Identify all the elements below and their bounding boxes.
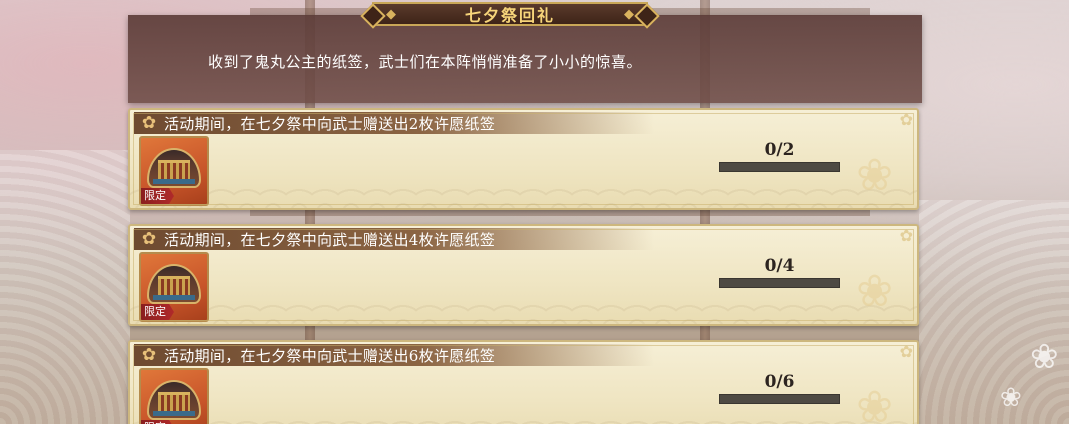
corner-flower-icon: ✿ [899,226,913,245]
quest-card[interactable]: ✿ 活动期间，在七夕祭中向武士赠送出6枚许愿纸签 ✿ ❀ 限定 0/6 [128,340,919,424]
quest-card[interactable]: ✿ 活动期间，在七夕祭中向武士赠送出2枚许愿纸签 ✿ ❀ 限定 0/2 [128,108,919,210]
reward-fan-icon[interactable]: 限定 [139,252,209,322]
sakura-watermark-icon: ❀ [856,266,893,317]
sakura-flower-icon: ✿ [141,113,157,133]
folding-fan-icon [147,148,201,188]
progress-text: 0/6 [764,372,795,392]
progress-text: 0/2 [764,140,795,160]
quest-card[interactable]: ✿ 活动期间，在七夕祭中向武士赠送出4枚许愿纸签 ✿ ❀ 限定 0/4 [128,224,919,326]
sakura-watermark-icon: ❀ [856,150,893,201]
progress-bar [719,162,840,172]
background-wave-pattern [0,150,130,424]
sakura-flower-icon: ✿ [141,229,157,249]
ornament-right-icon: ◆ [624,7,634,22]
sakura-watermark-icon: ❀ [856,382,893,424]
quest-banner: ✿ 活动期间，在七夕祭中向武士赠送出2枚许愿纸签 [134,112,654,134]
quest-description: 活动期间，在七夕祭中向武士赠送出6枚许愿纸签 [164,346,496,365]
limited-badge: 限定 [141,420,174,424]
ornament-left-icon: ◆ [386,7,396,22]
quest-description: 活动期间，在七夕祭中向武士赠送出4枚许愿纸签 [164,230,496,249]
header-description: 收到了鬼丸公主的纸签，武士们在本阵悄悄准备了小小的惊喜。 [208,53,643,71]
quest-banner: ✿ 活动期间，在七夕祭中向武士赠送出4枚许愿纸签 [134,228,654,250]
header-panel: 收到了鬼丸公主的纸签，武士们在本阵悄悄准备了小小的惊喜。 [128,15,922,103]
limited-badge: 限定 [141,188,174,204]
reward-fan-icon[interactable]: 限定 [139,368,209,424]
corner-flower-icon: ✿ [899,342,913,361]
quest-description: 活动期间，在七夕祭中向武士赠送出2枚许愿纸签 [164,114,496,133]
folding-fan-icon [147,264,201,304]
sakura-flower-icon: ✿ [141,345,157,365]
quest-progress: 0/6 [719,372,840,404]
title-plate: ◆ 七夕祭回礼 ◆ [372,2,648,26]
corner-flower-icon: ✿ [899,110,913,129]
progress-text: 0/4 [764,256,795,276]
sakura-flower-icon: ❀ [1000,383,1022,413]
page-title: 七夕祭回礼 [464,6,555,25]
progress-bar [719,278,840,288]
sakura-flower-icon: ❀ [1030,337,1059,377]
reward-fan-icon[interactable]: 限定 [139,136,209,206]
quest-progress: 0/2 [719,140,840,172]
quest-banner: ✿ 活动期间，在七夕祭中向武士赠送出6枚许愿纸签 [134,344,654,366]
folding-fan-icon [147,380,201,420]
progress-bar [719,394,840,404]
quest-progress: 0/4 [719,256,840,288]
limited-badge: 限定 [141,304,174,320]
background-wave-pattern [919,200,1069,424]
